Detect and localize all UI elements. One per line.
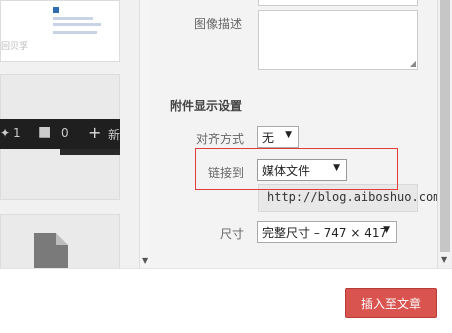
chevron-down-icon: ▼ [383,225,390,235]
attachment-details-panel: 图像描述 ◢ 附件显示设置 对齐方式 无 ▼ 链接到 媒体文件 ▼ http:/… [150,0,448,268]
comment-count: 1 [13,126,21,140]
panel-scrollbar[interactable]: ▼ [437,0,452,268]
document-icon [34,233,68,273]
speech-bubble-icon: ■ [38,124,52,140]
comments-icon: ✦ [0,126,11,140]
toolbar-preview: ✦ 1 ■ 0 + 新 [0,119,120,149]
thumbnail-logo-icon [53,7,59,13]
thumbnail-line [53,23,101,26]
attachment-display-settings-title: 附件显示设置 [170,99,243,113]
image-description-textarea[interactable]: ◢ [258,10,418,70]
thumbnail-line [53,31,97,34]
pending-count: 0 [61,126,69,140]
thumbnail-column: 回贝孚 ✦ 1 ■ 0 + 新 [0,0,150,274]
media-thumbnail[interactable]: 回贝孚 [0,0,120,62]
alignment-label: 对齐方式 [195,132,244,146]
size-select[interactable]: 完整尺寸 – 747 × 417 ▼ [257,221,397,243]
chevron-down-icon: ▼ [285,130,292,140]
size-label: 尺寸 [219,227,244,241]
caption-textarea[interactable] [258,0,418,6]
scroll-down-icon[interactable]: ▼ [441,255,447,264]
alignment-select[interactable]: 无 ▼ [257,126,299,148]
image-description-label: 图像描述 [193,17,242,31]
thumbnail-line [53,17,93,20]
insert-into-post-button[interactable]: 插入至文章 [345,288,437,318]
bar-underline [60,149,120,155]
size-value: 完整尺寸 – 747 × 417 [262,226,388,240]
new-label: 新 [108,128,121,142]
plus-icon: + [88,123,102,142]
alignment-value: 无 [262,131,275,145]
resize-handle-icon[interactable]: ◢ [410,59,416,68]
thumbnail-caption: 回贝孚 [1,42,29,52]
highlight-box [195,148,398,190]
scrollbar-thumb[interactable] [440,0,450,252]
scroll-down-icon[interactable]: ▼ [142,256,148,265]
